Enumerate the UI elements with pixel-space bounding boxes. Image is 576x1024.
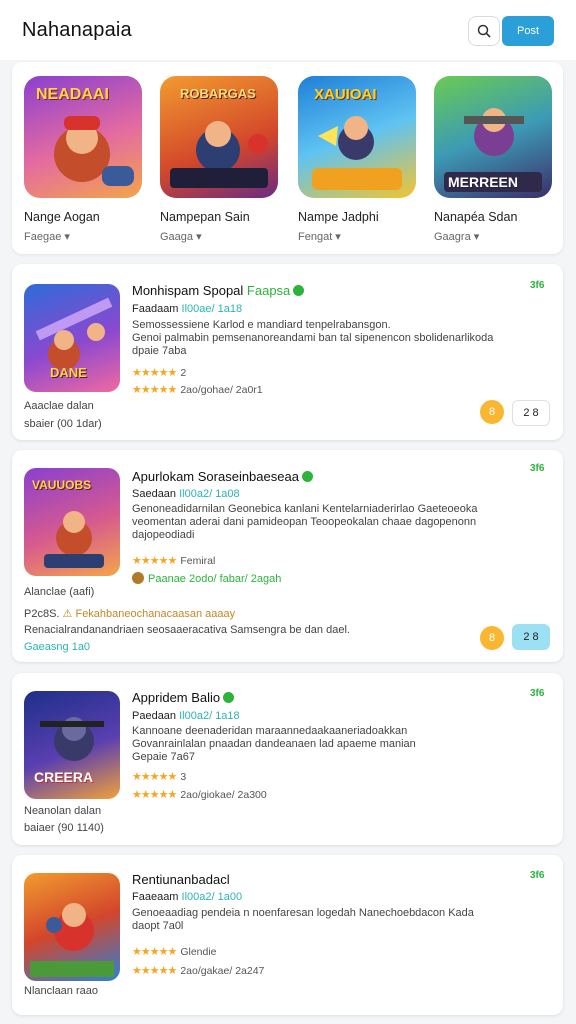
search-button[interactable] [468, 16, 500, 46]
game-art-text: VAUUOBS [32, 478, 92, 492]
rating-stars: ★★★★★ Glendie [132, 946, 217, 958]
review-count: 2ao/gakae/ 2a247 [180, 965, 265, 977]
game-art-text: MERREEN [448, 174, 519, 190]
warning-line: P2c8S. ⚠ Fekahbaneochanacaasan aaaay [24, 608, 236, 620]
game-art-text: ROBARGAS [180, 86, 256, 101]
rating-value: Femiral [180, 555, 216, 567]
developer-line: Faadaam Il00ae/ 1a18 [132, 303, 243, 315]
game-thumbnail: VAUUOBS [24, 468, 120, 576]
game-card[interactable]: Rentiunanbadacl 3f6 Faaeaam Il00a2/ 1a00… [12, 855, 563, 1015]
rating-value: 3 [180, 771, 187, 783]
app-title: Nahanapaia [22, 18, 132, 41]
meta-line: Alanclae (aafi) [24, 586, 95, 598]
verified-icon [301, 471, 313, 482]
review-count: 2ao/giokae/ 2a300 [180, 789, 267, 801]
game-thumbnail: CREERA [24, 691, 120, 799]
price-label: 3f6 [530, 280, 545, 291]
game-description: Kannoane deenaderidan maraannedaakaaneri… [132, 725, 416, 763]
featured-game[interactable]: XAUIOAI Nampe Jadphi Fengat ▾ [298, 76, 418, 243]
game-name: Nange Aogan [24, 210, 100, 224]
search-icon [477, 24, 491, 38]
rating-stars: ★★★★★ 2 [132, 367, 187, 379]
app-header: Nahanapaia Post [0, 0, 576, 60]
game-card[interactable]: CREERA Appridem Balio 3f6 Paedaan Il00a2… [12, 673, 563, 845]
meta-line: Neanolan dalan [24, 805, 102, 817]
game-art-text: NEADAAI [36, 86, 109, 103]
link-line[interactable]: Gaeasng 1a0 [24, 641, 90, 653]
rating-stars: ★★★★★ Femiral [132, 555, 216, 567]
developer-tag: Il00ae/ 1a18 [181, 303, 243, 315]
price-label: 3f6 [530, 688, 545, 699]
coin-icon [132, 572, 144, 584]
info-line: Renacialrandanandriaen seosaaeracativa S… [24, 624, 350, 636]
chat-bubble-icon[interactable]: 8 [480, 626, 504, 650]
meta-line: sbaier (00 1dar) [24, 418, 102, 430]
promo-line: Paanae 2odo/ fabar/ 2agah [132, 572, 281, 585]
title-tag: Faapsa [246, 283, 291, 298]
review-stars: ★★★★★ 2ao/gohae/ 2a0r1 [132, 384, 263, 396]
game-thumbnail: ROBARGAS [160, 76, 278, 198]
game-thumbnail: MERREEN [434, 76, 552, 198]
featured-game[interactable]: MERREEN Nanapéa Sdan Gaagra ▾ [434, 76, 554, 243]
game-thumbnail: DANE [24, 284, 120, 392]
game-name: Nanapéa Sdan [434, 210, 518, 224]
game-category[interactable]: Gaagra ▾ [434, 230, 554, 243]
verified-icon [223, 692, 235, 703]
game-description: Genoneadidarnilan Geonebica kanlani Kent… [132, 503, 478, 541]
featured-game[interactable]: NEADAAI Nange Aogan Faegae ▾ [24, 76, 144, 243]
price-label: 3f6 [530, 463, 545, 474]
rating-stars: ★★★★★ 3 [132, 771, 187, 783]
game-name: Nampepan Sain [160, 210, 250, 224]
game-art-text: DANE [50, 365, 87, 380]
game-card[interactable]: DANE Monhispam Spopal Faapsa 3f6 Faadaam… [12, 264, 563, 440]
review-count: 2ao/gohae/ 2a0r1 [180, 384, 263, 396]
meta-line: Aaaclae dalan [24, 400, 94, 412]
featured-games: NEADAAI Nange Aogan Faegae ▾ ROBARGAS Na… [12, 62, 563, 254]
game-category[interactable]: Fengat ▾ [298, 230, 418, 243]
rating-value: 2 [180, 367, 187, 379]
chat-bubble-icon[interactable]: 8 [480, 400, 504, 424]
verified-icon [293, 285, 305, 296]
developer-tag: Il00a2/ 1a00 [181, 891, 243, 903]
game-description: Semossessiene Karlod e mandiard tenpelra… [132, 319, 494, 357]
game-description: Genoeaadiag pendeia n noenfaresan logeda… [132, 907, 474, 932]
game-category[interactable]: Gaaga ▾ [160, 230, 280, 243]
post-button[interactable]: Post [502, 16, 554, 46]
developer-tag: Il00a2/ 1a08 [179, 488, 240, 500]
meta-line: baiaer (90 1140) [24, 822, 104, 834]
game-card[interactable]: VAUUOBS Apurlokam Soraseinbaeseaa 3f6 Sa… [12, 450, 563, 662]
game-title: Monhispam Spopal Faapsa [132, 283, 305, 298]
count-button[interactable]: 2 8 [512, 624, 550, 650]
game-thumbnail [24, 873, 120, 981]
meta-line: Nlanclaan raao [24, 985, 98, 997]
game-title: Appridem Balio [132, 690, 235, 705]
game-title: Rentiunanbadacl [132, 872, 230, 887]
developer-tag: Il00a2/ 1a18 [179, 710, 240, 722]
warning-icon: ⚠ [62, 608, 73, 620]
game-art-text: XAUIOAI [314, 86, 377, 103]
count-button[interactable]: 2 8 [512, 400, 550, 426]
developer-line: Saedaan Il00a2/ 1a08 [132, 488, 240, 500]
game-thumbnail: NEADAAI [24, 76, 142, 198]
game-thumbnail: XAUIOAI [298, 76, 416, 198]
game-name: Nampe Jadphi [298, 210, 379, 224]
developer-line: Paedaan Il00a2/ 1a18 [132, 710, 240, 722]
review-stars: ★★★★★ 2ao/giokae/ 2a300 [132, 789, 267, 801]
review-stars: ★★★★★ 2ao/gakae/ 2a247 [132, 965, 265, 977]
game-title: Apurlokam Soraseinbaeseaa [132, 469, 313, 484]
price-label: 3f6 [530, 870, 545, 881]
rating-value: Glendie [180, 946, 217, 958]
game-art-text: CREERA [34, 769, 94, 785]
developer-line: Faaeaam Il00a2/ 1a00 [132, 891, 243, 903]
game-category[interactable]: Faegae ▾ [24, 230, 144, 243]
featured-game[interactable]: ROBARGAS Nampepan Sain Gaaga ▾ [160, 76, 280, 243]
